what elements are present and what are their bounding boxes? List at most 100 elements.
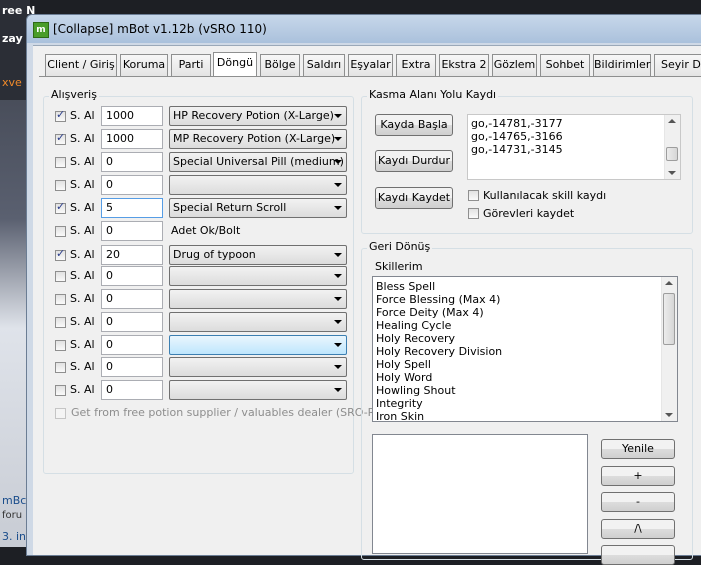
- buy-checkbox[interactable]: [55, 340, 66, 351]
- quantity-input[interactable]: 0: [101, 335, 163, 355]
- buy-label: S. Al: [70, 109, 95, 122]
- quantity-input[interactable]: 0: [101, 221, 163, 241]
- save-tasks-checkbox[interactable]: [468, 208, 479, 219]
- quantity-input[interactable]: 20: [101, 245, 163, 265]
- quantity-input[interactable]: 1000: [101, 129, 163, 149]
- buy-checkbox[interactable]: [55, 226, 66, 237]
- save-recording-button[interactable]: Kaydı Kaydet: [375, 187, 453, 209]
- move-up-button[interactable]: /\: [601, 519, 675, 539]
- skill-item[interactable]: Howling Shout: [376, 384, 456, 397]
- background-text: zay: [2, 32, 23, 45]
- coords-textarea[interactable]: go,-14781,-3177 go,-14765,-3166 go,-1473…: [467, 114, 681, 180]
- quantity-input[interactable]: 0: [101, 312, 163, 332]
- item-select[interactable]: Drug of typoon: [169, 245, 347, 265]
- quantity-input[interactable]: 0: [101, 289, 163, 309]
- tab-dongu[interactable]: Döngü: [213, 52, 257, 77]
- add-skill-button[interactable]: +: [601, 466, 675, 486]
- skill-item[interactable]: Force Blessing (Max 4): [376, 293, 500, 306]
- use-skill-checkbox[interactable]: [468, 190, 479, 201]
- item-select[interactable]: MP Recovery Potion (X-Large): [169, 129, 347, 149]
- tab-ekstra-2[interactable]: Ekstra 2: [439, 54, 489, 76]
- skill-item[interactable]: Healing Cycle: [376, 319, 451, 332]
- chevron-down-icon: [334, 206, 342, 210]
- stop-recording-button[interactable]: Kaydı Durdur: [375, 150, 453, 172]
- buy-checkbox[interactable]: [55, 294, 66, 305]
- tab-seyir-def[interactable]: Seyir Def: [654, 54, 701, 76]
- skill-item[interactable]: Holy Word: [376, 371, 432, 384]
- item-select[interactable]: [169, 335, 347, 355]
- tab-extra[interactable]: Extra: [396, 54, 436, 76]
- quantity-input[interactable]: 0: [101, 266, 163, 286]
- quantity-input[interactable]: 0: [101, 175, 163, 195]
- item-select[interactable]: HP Recovery Potion (X-Large): [169, 106, 347, 126]
- item-select[interactable]: [169, 357, 347, 377]
- tab-client-giris[interactable]: Client / Giriş: [45, 54, 117, 76]
- free-potion-label: Get from free potion supplier / valuable…: [71, 406, 380, 419]
- buy-checkbox[interactable]: [55, 131, 66, 145]
- title-bar[interactable]: m [Collapse] mBot v1.12b (vSRO 110): [27, 15, 701, 43]
- tab-saldiri[interactable]: Saldırı: [303, 54, 345, 76]
- item-select[interactable]: [169, 312, 347, 332]
- scroll-down-icon[interactable]: [665, 413, 673, 417]
- skill-item[interactable]: Iron Skin: [376, 410, 424, 421]
- scroll-thumb[interactable]: [666, 147, 678, 161]
- quantity-input[interactable]: 0: [101, 380, 163, 400]
- buy-checkbox[interactable]: [55, 271, 66, 282]
- buy-label: S. Al: [70, 315, 95, 328]
- buy-label: S. Al: [70, 155, 95, 168]
- skill-item[interactable]: Holy Recovery Division: [376, 345, 502, 358]
- item-select[interactable]: Special Universal Pill (medium): [169, 152, 347, 172]
- buy-checkbox[interactable]: [55, 247, 66, 261]
- tab-esyalar[interactable]: Eşyalar: [348, 54, 393, 76]
- coords-scrollbar[interactable]: [664, 115, 680, 179]
- skill-item[interactable]: Bless Spell: [376, 280, 435, 293]
- tab-sohbet[interactable]: Sohbet: [540, 54, 590, 76]
- buy-checkbox[interactable]: [55, 385, 66, 396]
- tab-gozlem[interactable]: Gözlem: [492, 54, 537, 76]
- tab-koruma[interactable]: Koruma: [120, 54, 168, 76]
- buy-checkbox[interactable]: [55, 362, 66, 373]
- quantity-input[interactable]: 0: [101, 357, 163, 377]
- chevron-down-icon: [334, 320, 342, 324]
- item-select[interactable]: [169, 289, 347, 309]
- window-title: [Collapse] mBot v1.12b (vSRO 110): [53, 22, 267, 36]
- scroll-thumb[interactable]: [663, 293, 675, 345]
- start-recording-button[interactable]: Kayda Başla: [375, 114, 453, 136]
- selected-skills-listbox[interactable]: [372, 434, 588, 554]
- buy-label: S. Al: [70, 292, 95, 305]
- scroll-up-icon[interactable]: [668, 119, 676, 123]
- skill-item[interactable]: Holy Spell: [376, 358, 431, 371]
- remove-skill-button[interactable]: -: [601, 492, 675, 512]
- scroll-down-icon[interactable]: [668, 171, 676, 175]
- buy-checkbox[interactable]: [55, 108, 66, 122]
- free-potion-checkbox[interactable]: [55, 408, 66, 419]
- skill-item[interactable]: Holy Recovery: [376, 332, 455, 345]
- refresh-button[interactable]: Yenile: [601, 439, 675, 459]
- buy-label: S. Al: [70, 383, 95, 396]
- buy-checkbox[interactable]: [55, 180, 66, 191]
- item-select[interactable]: [169, 266, 347, 286]
- tab-parti[interactable]: Parti: [171, 54, 211, 76]
- item-select[interactable]: Special Return Scroll: [169, 198, 347, 218]
- chevron-down-icon: [334, 253, 342, 257]
- buy-checkbox[interactable]: [55, 200, 66, 214]
- skills-listbox[interactable]: Bless Spell Force Blessing (Max 4) Force…: [372, 276, 678, 422]
- tab-bolge[interactable]: Bölge: [260, 54, 300, 76]
- skill-item[interactable]: Force Deity (Max 4): [376, 306, 484, 319]
- quantity-input[interactable]: 0: [101, 152, 163, 172]
- quantity-input[interactable]: 1000: [101, 106, 163, 126]
- tab-bildirimler[interactable]: Bildirimler: [593, 54, 651, 76]
- scroll-up-icon[interactable]: [665, 281, 673, 285]
- skills-scrollbar[interactable]: [661, 277, 677, 421]
- buy-checkbox[interactable]: [55, 317, 66, 328]
- skill-item[interactable]: Integrity: [376, 397, 423, 410]
- item-select-value: Drug of typoon: [173, 248, 256, 261]
- quantity-input[interactable]: 5: [101, 198, 163, 218]
- buy-checkbox[interactable]: [55, 157, 66, 168]
- item-select[interactable]: [169, 175, 347, 195]
- move-down-button[interactable]: [601, 545, 675, 565]
- item-select[interactable]: [169, 380, 347, 400]
- chevron-down-icon: [334, 343, 342, 347]
- recording-group-title: Kasma Alanı Yolu Kaydı: [367, 88, 499, 101]
- client-area: Client / Giriş Koruma Parti Döngü Bölge …: [33, 45, 701, 565]
